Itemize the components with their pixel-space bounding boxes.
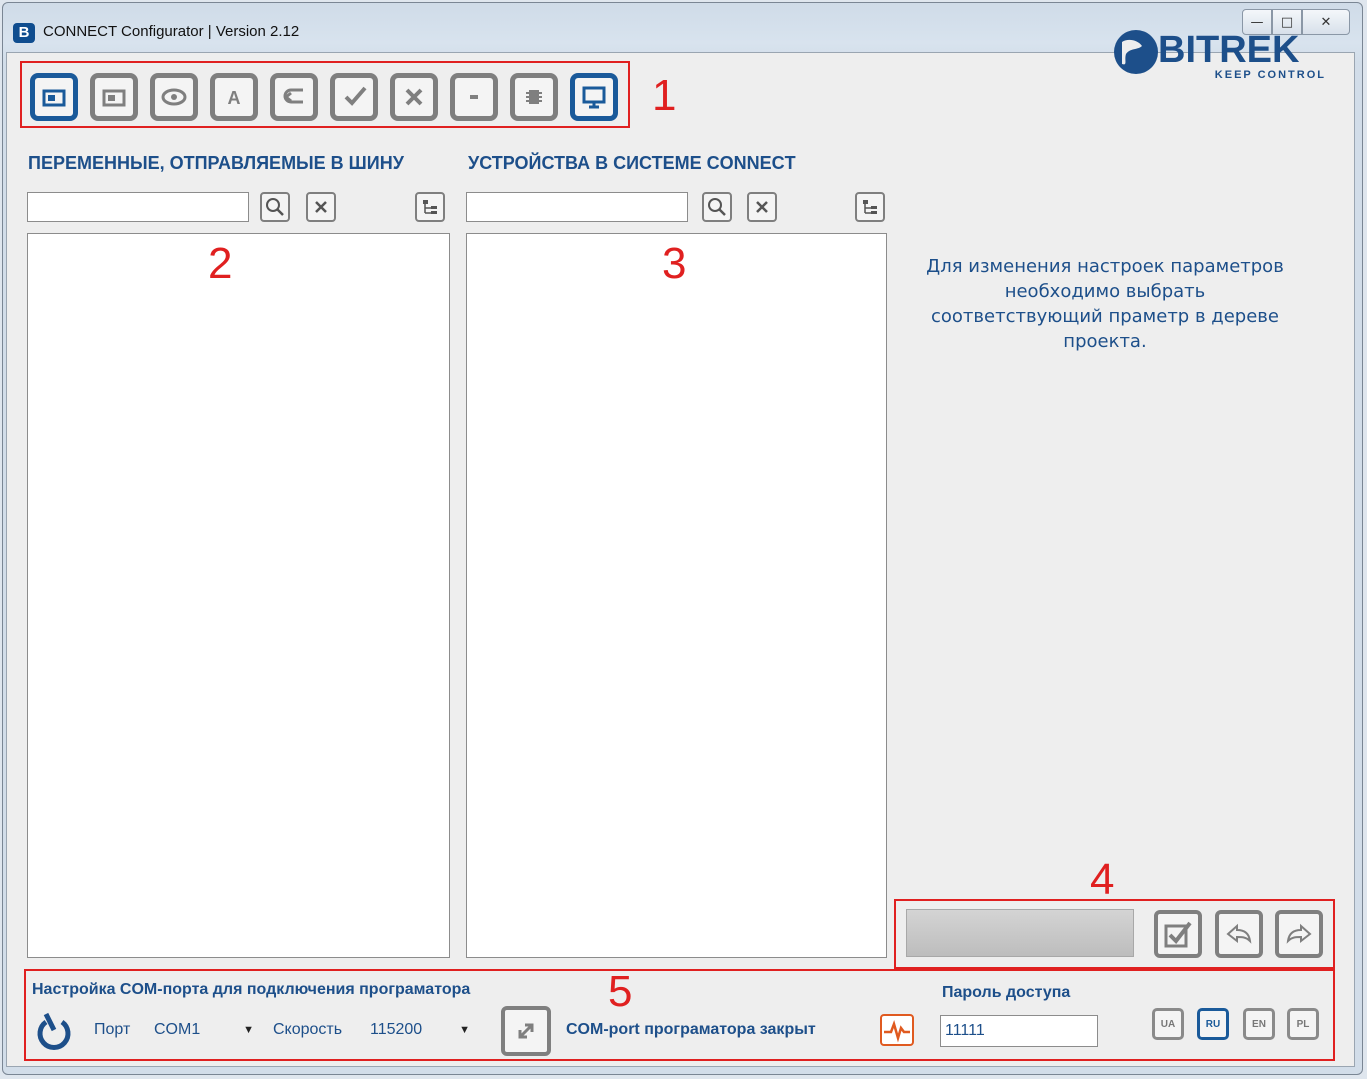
middle-tree-button[interactable]	[855, 192, 885, 222]
redo-arrow-icon	[1286, 923, 1312, 944]
expand-arrows-icon	[518, 1023, 534, 1039]
speed-label: Скорость	[273, 1021, 343, 1038]
open-device-button[interactable]	[30, 73, 78, 121]
left-search-button[interactable]	[260, 192, 290, 222]
annotation-5: 5	[608, 967, 633, 1016]
text-button[interactable]: A	[210, 73, 258, 121]
port-select[interactable]: COM1 ▼	[150, 1014, 260, 1046]
middle-search-input[interactable]	[466, 192, 688, 222]
com-status-text: COM-port програматора закрыт	[566, 1021, 816, 1038]
lang-ua-button[interactable]: UA	[1152, 1008, 1184, 1040]
undo-button[interactable]	[270, 73, 318, 121]
annotation-1: 1	[652, 71, 677, 120]
left-tree-button[interactable]	[415, 192, 445, 222]
search-icon	[708, 198, 726, 216]
check-button[interactable]	[330, 73, 378, 121]
monitor-icon	[582, 86, 606, 109]
close-x-button[interactable]	[390, 73, 438, 121]
lang-ru-button[interactable]: RU	[1197, 1008, 1229, 1040]
text-icon: A	[228, 88, 241, 108]
check-icon	[1164, 921, 1192, 948]
power-refresh-icon	[37, 1012, 71, 1050]
clear-icon	[756, 201, 768, 213]
tree-icon	[423, 200, 437, 214]
devices-list[interactable]	[466, 233, 887, 958]
middle-search-button[interactable]	[702, 192, 732, 222]
tree-icon	[863, 200, 877, 214]
password-field[interactable]: 11111	[940, 1015, 1098, 1047]
undo-icon	[283, 88, 303, 104]
open-file-icon	[102, 89, 126, 107]
middle-clear-button[interactable]	[747, 192, 777, 222]
chevron-down-icon: ▼	[459, 1024, 470, 1036]
annotation-2: 2	[208, 239, 233, 288]
minus-button[interactable]	[450, 73, 498, 121]
com-settings-title: Настройка COM-порта для подключения прог…	[32, 981, 471, 998]
window-title: CONNECT Configurator | Version 2.12	[43, 23, 300, 40]
bitrek-logo: BITREK KEEP CONTROL	[1108, 20, 1328, 84]
parameter-hint: Для изменения настроек параметров необхо…	[926, 256, 1284, 352]
annotation-4: 4	[1090, 855, 1115, 904]
speed-select[interactable]: 115200 ▼	[366, 1014, 476, 1046]
open-device-icon	[42, 89, 66, 107]
logo-text: BITREK	[1158, 29, 1300, 71]
redo-changes-button[interactable]	[1275, 910, 1323, 958]
speed-select-value: 115200	[370, 1021, 423, 1038]
refresh-ports-button[interactable]	[32, 1008, 76, 1052]
view-button[interactable]	[150, 73, 198, 121]
left-panel-title: ПЕРЕМЕННЫЕ, ОТПРАВЛЯЕМЫЕ В ШИНУ	[28, 153, 404, 173]
check-icon	[344, 86, 367, 106]
minus-icon	[470, 95, 478, 99]
chip-icon	[526, 90, 542, 104]
annotation-3: 3	[662, 239, 687, 288]
port-label: Порт	[94, 1021, 131, 1038]
open-file-button[interactable]	[90, 73, 138, 121]
lang-pl-button[interactable]: PL	[1287, 1008, 1319, 1040]
monitor-button[interactable]	[570, 73, 618, 121]
apply-button[interactable]	[1154, 910, 1202, 958]
close-x-icon	[405, 88, 423, 106]
undo-arrow-icon	[1226, 923, 1252, 944]
app-logo-icon: B	[13, 23, 35, 43]
chip-button[interactable]	[510, 73, 558, 121]
port-select-value: COM1	[154, 1021, 201, 1038]
pulse-status-icon	[880, 1014, 914, 1046]
left-clear-button[interactable]	[306, 192, 336, 222]
svg-text:A: A	[228, 88, 241, 108]
logo-tagline: KEEP CONTROL	[1215, 69, 1326, 81]
connect-port-button[interactable]	[501, 1006, 551, 1056]
left-search-input[interactable]	[27, 192, 249, 222]
clear-icon	[315, 201, 327, 213]
search-icon	[266, 198, 284, 216]
lang-en-button[interactable]: EN	[1243, 1008, 1275, 1040]
password-label: Пароль доступа	[942, 984, 1071, 1001]
progress-bar	[906, 909, 1134, 957]
undo-changes-button[interactable]	[1215, 910, 1263, 958]
chevron-down-icon: ▼	[243, 1024, 254, 1036]
variables-list[interactable]	[27, 233, 450, 958]
middle-panel-title: УСТРОЙСТВА В СИСТЕМЕ CONNECT	[468, 153, 796, 173]
view-icon	[161, 88, 187, 106]
